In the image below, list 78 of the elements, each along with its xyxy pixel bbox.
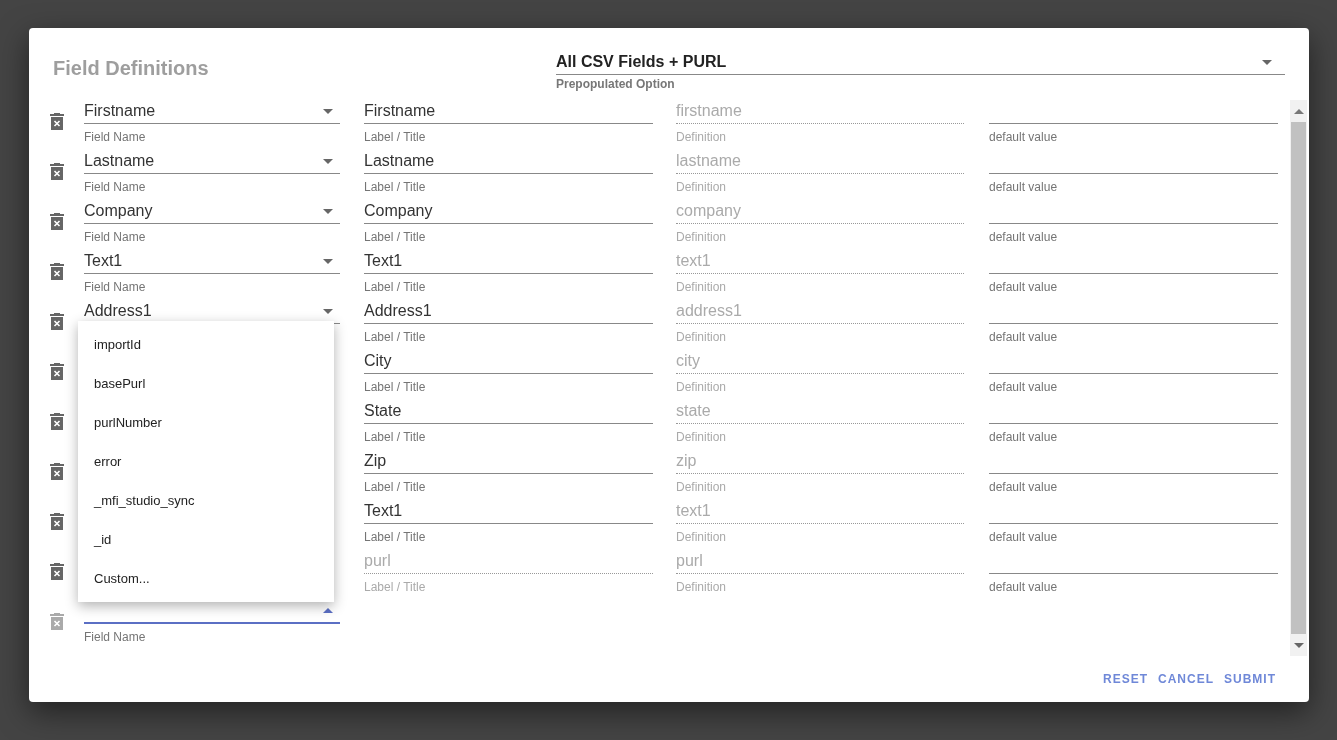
field-hint: Definition [676,130,727,144]
field-name-select[interactable]: Firstname [84,100,340,124]
field-hint: default value [989,330,1058,344]
field-hint: Field Name [84,630,146,644]
label-field[interactable]: Address1 [364,299,653,324]
delete-icon[interactable] [50,363,64,380]
caret-icon [323,258,333,264]
label-field[interactable]: Zip [364,449,653,474]
field-hint: default value [989,380,1058,394]
field-hint: default value [989,280,1058,294]
menu-item[interactable]: _id [78,520,334,559]
field-hint: Label / Title [364,180,426,194]
scrollbar[interactable] [1290,100,1307,656]
label-field[interactable]: Company [364,199,653,224]
delete-icon[interactable] [50,513,64,530]
delete-icon[interactable] [50,463,64,480]
field-name-select[interactable]: Lastname [84,149,340,174]
field-hint: Definition [676,230,727,244]
field-hint: Label / Title [364,280,426,294]
menu-item[interactable]: error [78,442,334,481]
delete-icon[interactable] [50,563,64,580]
field-hint: Label / Title [364,480,426,494]
field-hint: Label / Title [364,380,426,394]
menu-item[interactable]: importId [78,325,334,364]
delete-icon[interactable] [50,413,64,430]
field-hint: default value [989,480,1058,494]
delete-icon[interactable] [50,213,64,230]
field-hint: Definition [676,580,727,594]
caret-icon [323,208,333,214]
field-hint: Label / Title [364,580,426,594]
field-hint: default value [989,180,1058,194]
label-field[interactable]: Text1 [364,249,653,274]
field-hint: Label / Title [364,130,426,144]
label-field[interactable]: Text1 [364,499,653,524]
caret-icon [323,108,333,114]
scroll-up-icon[interactable] [1293,108,1304,114]
field-hint: Field Name [84,230,146,244]
menu-item[interactable]: purlNumber [78,403,334,442]
field-hint: default value [989,530,1058,544]
label-field[interactable]: Firstname [364,100,653,124]
field-hint: Field Name [84,130,146,144]
field-hint: Definition [676,280,727,294]
field-hint: default value [989,580,1058,594]
caret-icon [323,158,333,164]
field-hint: Definition [676,430,727,444]
prepopulated-select[interactable]: All CSV Fields + PURL [556,50,1285,75]
menu-item[interactable]: basePurl [78,364,334,403]
field-hint: Definition [676,480,727,494]
field-name-select[interactable]: Company [84,199,340,224]
scroll-down-icon[interactable] [1293,642,1304,648]
field-name-select[interactable]: Text1 [84,249,340,274]
menu-item[interactable]: Custom... [78,559,334,598]
field-hint: default value [989,230,1058,244]
field-hint: Definition [676,180,727,194]
delete-icon[interactable] [50,313,64,330]
field-hint: Label / Title [364,230,426,244]
field-hint: Prepopulated Option [556,76,676,93]
caret-icon [1262,59,1272,65]
field-hint: default value [989,130,1058,144]
field-hint: Field Name [84,180,146,194]
label-field[interactable]: State [364,399,653,424]
label-field[interactable]: City [364,349,653,374]
label-field[interactable]: Lastname [364,149,653,174]
field-hint: Label / Title [364,330,426,344]
scrollbar-thumb[interactable] [1291,122,1306,634]
field-hint: Definition [676,330,727,344]
field-hint: Definition [676,380,727,394]
field-hint: Field Name [84,280,146,294]
delete-icon[interactable] [50,113,64,130]
dialog-title: Field Definitions [53,56,210,80]
menu-item[interactable]: _mfi_studio_sync [78,481,334,520]
field-hint: default value [989,430,1058,444]
delete-icon[interactable] [50,163,64,180]
caret-icon [323,308,333,314]
field-hint: Label / Title [364,530,426,544]
field-hint: Definition [676,530,727,544]
delete-icon[interactable] [50,263,64,280]
field-hint: Label / Title [364,430,426,444]
